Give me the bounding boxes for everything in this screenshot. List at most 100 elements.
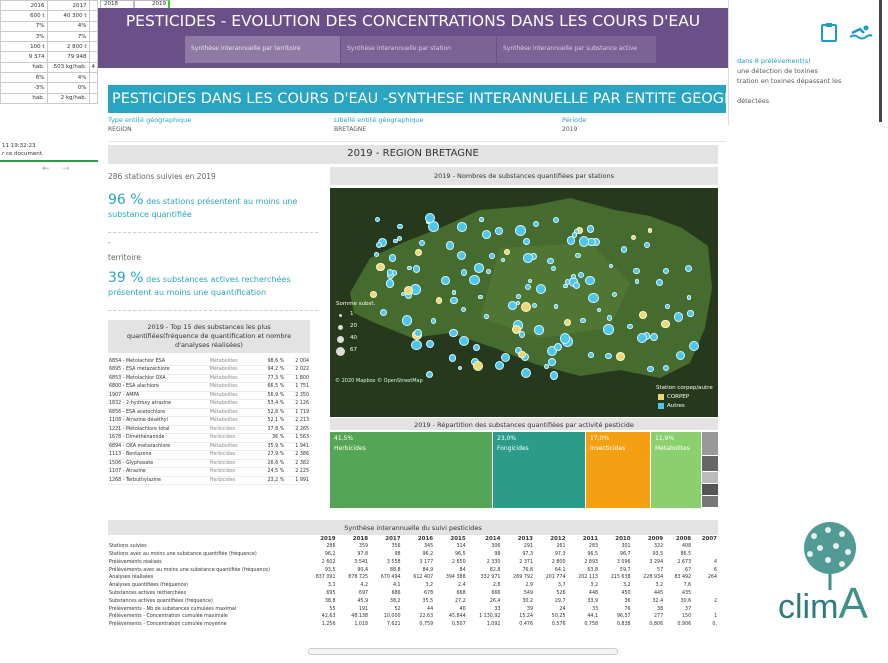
station-marker[interactable] (397, 223, 403, 230)
top15-row[interactable]: 6854 - Metolachlor ESA Métabolites 98,6 % 2… (108, 357, 310, 366)
station-marker[interactable] (523, 253, 533, 263)
station-marker[interactable] (494, 360, 504, 370)
station-marker[interactable] (411, 339, 422, 351)
top15-row[interactable]: 1832 - 2-hydroxy atrazine Métabolites 53,4… (108, 399, 310, 409)
station-marker[interactable] (449, 328, 458, 337)
station-map[interactable]: Somme subst. © 2020 Mapbox © OpenStreetM… (330, 188, 718, 417)
station-marker[interactable] (534, 325, 544, 335)
station-marker[interactable] (412, 265, 421, 273)
station-marker[interactable] (549, 371, 559, 380)
filter-value-periode[interactable]: 2019 (562, 126, 577, 133)
back-arrow-icon[interactable]: ← (42, 164, 50, 174)
station-marker[interactable] (486, 269, 491, 274)
synthese-year-header[interactable]: 2017 (369, 535, 402, 543)
synthese-year-header[interactable]: 2018 (337, 535, 370, 543)
station-marker[interactable] (482, 229, 491, 239)
station-marker[interactable] (461, 269, 468, 276)
station-marker[interactable] (553, 303, 559, 309)
station-marker[interactable] (587, 352, 594, 358)
top15-row[interactable]: 1108 - Atrazine déséthyl Métabolites 52,1 … (108, 416, 310, 426)
station-marker[interactable] (663, 268, 669, 274)
station-marker[interactable] (535, 284, 546, 295)
synthese-year-header[interactable]: 2016 (402, 535, 435, 543)
station-marker[interactable] (544, 363, 549, 369)
treemap-insecticides[interactable]: 17,0% Insecticides (586, 432, 650, 508)
tab-synthese-station[interactable]: Synthèse interannuelle par station (341, 36, 496, 63)
station-marker[interactable] (430, 318, 437, 324)
top15-row[interactable]: 1678 - Diméthénamide Herbicides 36 % 1 563 (108, 433, 310, 443)
station-marker[interactable] (548, 357, 556, 366)
station-marker[interactable] (585, 275, 595, 285)
station-marker[interactable] (488, 253, 495, 259)
synthese-year-header[interactable]: 2010 (599, 535, 632, 543)
station-marker[interactable] (633, 267, 640, 275)
station-marker[interactable] (571, 232, 578, 238)
station-marker[interactable] (602, 323, 614, 335)
tab-synthese-territoire[interactable]: Synthèse interannuelle par territoire (185, 36, 340, 63)
station-marker[interactable] (388, 254, 397, 262)
station-marker[interactable] (461, 306, 467, 312)
filter-value-type[interactable]: REGION (108, 126, 132, 133)
top15-row[interactable]: 6853 - Metolachlor OXA Métabolites 77,3 % 1… (108, 374, 310, 383)
synthese-year-header[interactable]: 2012 (534, 535, 567, 543)
station-marker[interactable] (675, 350, 686, 360)
synthese-year-header[interactable]: 2008 (664, 535, 692, 543)
station-marker[interactable] (637, 333, 648, 343)
top15-row[interactable]: 1221 - Métolachlore total Herbicides 37,8 … (108, 425, 310, 434)
filter-value-libelle[interactable]: BRETAGNE (334, 126, 366, 133)
station-marker[interactable] (687, 310, 694, 317)
station-marker[interactable] (588, 292, 599, 304)
station-marker[interactable] (638, 311, 647, 320)
station-marker[interactable] (673, 312, 684, 322)
top15-row[interactable]: 1907 - AMPA Métabolites 56,9 % 2 350 (108, 391, 310, 400)
station-marker[interactable] (483, 313, 489, 319)
station-marker[interactable] (385, 278, 395, 288)
top15-row[interactable]: 1506 - Glyphosate Herbicides 26,6 % 2 382 (108, 459, 310, 468)
station-marker[interactable] (451, 290, 457, 295)
station-marker[interactable] (418, 239, 425, 246)
station-marker[interactable] (531, 302, 537, 308)
station-marker[interactable] (414, 248, 423, 256)
top15-row[interactable]: 6856 - ESA acetochlore Métabolites 52,8 % 1… (108, 408, 310, 417)
top15-row[interactable]: 6800 - ESA alachlore Métabolites 66,5 % 1 7… (108, 382, 310, 392)
station-marker[interactable] (616, 352, 625, 361)
station-marker[interactable] (620, 246, 628, 253)
station-marker[interactable] (479, 217, 484, 222)
station-marker[interactable] (580, 317, 586, 324)
synthese-year-header[interactable]: 2013 (501, 535, 534, 543)
station-marker[interactable] (500, 352, 510, 362)
station-marker[interactable] (459, 335, 470, 346)
forward-arrow-icon[interactable]: → (62, 164, 70, 174)
horizontal-scrollbar[interactable] (308, 648, 618, 655)
station-marker[interactable] (469, 274, 480, 286)
station-marker[interactable] (448, 354, 457, 362)
station-marker[interactable] (401, 314, 413, 326)
station-marker[interactable] (407, 265, 412, 271)
synthese-year-header[interactable]: 2011 (567, 535, 600, 543)
top15-row[interactable]: 1268 - Terbuthylazine Herbicides 23,2 % 1 9… (108, 476, 310, 485)
station-marker[interactable] (550, 265, 556, 271)
station-marker[interactable] (441, 275, 450, 285)
treemap-metabolites[interactable]: 11,9% Métabolites (651, 432, 701, 508)
station-marker[interactable] (563, 283, 568, 289)
synthese-year-header[interactable]: 2007 (692, 535, 718, 543)
synthese-year-header[interactable]: 2014 (467, 535, 502, 543)
station-marker[interactable] (457, 222, 467, 232)
synthese-year-header[interactable]: 2009 (632, 535, 665, 543)
station-marker[interactable] (515, 225, 527, 236)
station-marker[interactable] (627, 323, 633, 330)
tab-synthese-substance[interactable]: Synthèse interannuelle par substance act… (497, 36, 656, 63)
station-marker[interactable] (376, 262, 385, 271)
treemap-herbicides[interactable]: 41,5% Herbicides (330, 432, 492, 508)
station-marker[interactable] (571, 274, 576, 280)
top15-row[interactable]: 6894 - OXA metazachlore Métabolites 35,9 %… (108, 442, 310, 451)
top15-row[interactable]: 1107 - Atrazine Herbicides 24,5 % 2 225 (108, 467, 310, 477)
top15-row[interactable]: 1113 - Bentazone Herbicides 27,9 % 2 386 (108, 450, 310, 460)
station-marker[interactable] (656, 279, 663, 286)
synthese-year-header[interactable]: 2015 (434, 535, 467, 543)
station-marker[interactable] (520, 301, 531, 312)
station-marker[interactable] (436, 297, 443, 304)
station-marker[interactable] (634, 278, 640, 284)
station-marker[interactable] (578, 236, 590, 247)
synthese-year-header[interactable]: 2019 (304, 535, 337, 543)
